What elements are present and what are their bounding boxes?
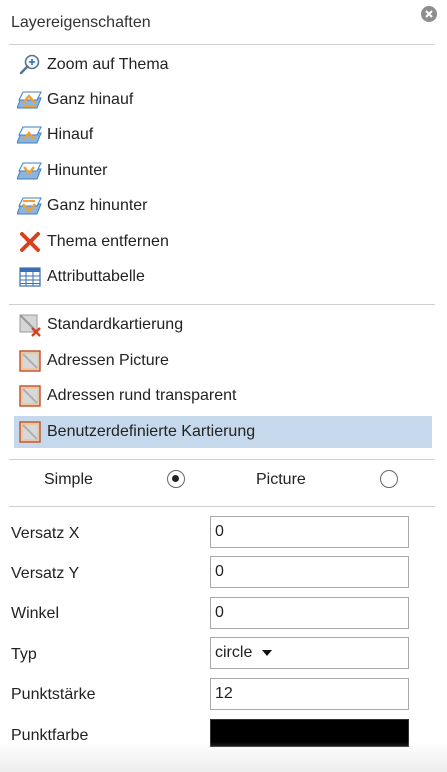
- menu-move-to-bottom[interactable]: Ganz hinunter: [14, 190, 432, 222]
- menu-label: Hinauf: [47, 126, 94, 143]
- mapping-standard[interactable]: Standardkartierung: [14, 309, 432, 341]
- style-mode-group: Simple Picture: [0, 466, 447, 496]
- menu-move-to-top[interactable]: Ganz hinauf: [14, 84, 432, 116]
- color-picker-swatch[interactable]: [210, 719, 409, 747]
- divider: [9, 506, 435, 507]
- round-mapping-icon: [17, 383, 43, 409]
- menu-zoom-to-theme[interactable]: Zoom auf Thema: [14, 49, 432, 81]
- close-button[interactable]: [421, 6, 437, 22]
- custom-mapping-icon: [17, 419, 43, 445]
- menu-attribute-table[interactable]: Attributtabelle: [14, 261, 432, 293]
- layer-properties-panel: Layereigenschaften Zoom auf Thema Ganz h…: [0, 0, 447, 772]
- mapping-address-round[interactable]: Adressen rund transparent: [14, 380, 432, 412]
- simple-label: Simple: [44, 471, 93, 488]
- menu-label: Thema entfernen: [47, 233, 169, 250]
- menu-label: Adressen rund transparent: [47, 387, 237, 404]
- menu-label: Hinunter: [47, 162, 108, 179]
- move-up-icon: [17, 122, 43, 148]
- divider: [9, 459, 435, 460]
- mapping-address-picture[interactable]: Adressen Picture: [14, 345, 432, 377]
- offset-x-input[interactable]: 0: [210, 516, 409, 548]
- menu-remove-theme[interactable]: Thema entfernen: [14, 226, 432, 258]
- table-icon: [17, 264, 43, 290]
- offset-y-input[interactable]: 0: [210, 556, 409, 588]
- type-label: Typ: [11, 646, 37, 663]
- picture-label: Picture: [256, 471, 306, 488]
- divider: [9, 304, 435, 305]
- offset-x-label: Versatz X: [11, 525, 80, 542]
- menu-label: Benutzerdefinierte Kartierung: [47, 423, 256, 440]
- menu-label: Ganz hinauf: [47, 91, 134, 108]
- simple-radio[interactable]: [167, 470, 185, 488]
- divider: [9, 44, 435, 45]
- size-input[interactable]: 12: [210, 678, 409, 710]
- move-down-icon: [17, 158, 43, 184]
- picture-mapping-icon: [17, 348, 43, 374]
- panel-title: Layereigenschaften: [11, 14, 151, 31]
- menu-label: Standardkartierung: [47, 316, 184, 333]
- menu-label: Attributtabelle: [47, 268, 145, 285]
- zoom-in-icon: [17, 52, 43, 78]
- mapping-custom[interactable]: Benutzerdefinierte Kartierung: [14, 416, 432, 448]
- move-bottom-icon: [17, 193, 43, 219]
- type-select-value: circle: [215, 644, 253, 661]
- close-icon: [425, 10, 433, 18]
- menu-label: Adressen Picture: [47, 352, 169, 369]
- menu-label: Zoom auf Thema: [47, 56, 169, 73]
- offset-y-label: Versatz Y: [11, 565, 80, 582]
- picture-radio[interactable]: [380, 470, 398, 488]
- move-top-icon: [17, 87, 43, 113]
- standard-mapping-icon: [17, 312, 43, 338]
- angle-label: Winkel: [11, 605, 60, 622]
- color-label: Punktfarbe: [11, 727, 89, 744]
- type-select[interactable]: circle: [210, 637, 409, 669]
- menu-label: Ganz hinunter: [47, 197, 148, 214]
- size-label: Punktstärke: [11, 686, 96, 703]
- chevron-down-icon: [262, 650, 273, 656]
- angle-input[interactable]: 0: [210, 597, 409, 629]
- menu-move-up[interactable]: Hinauf: [14, 119, 432, 151]
- remove-x-icon: [17, 229, 43, 255]
- menu-move-down[interactable]: Hinunter: [14, 155, 432, 187]
